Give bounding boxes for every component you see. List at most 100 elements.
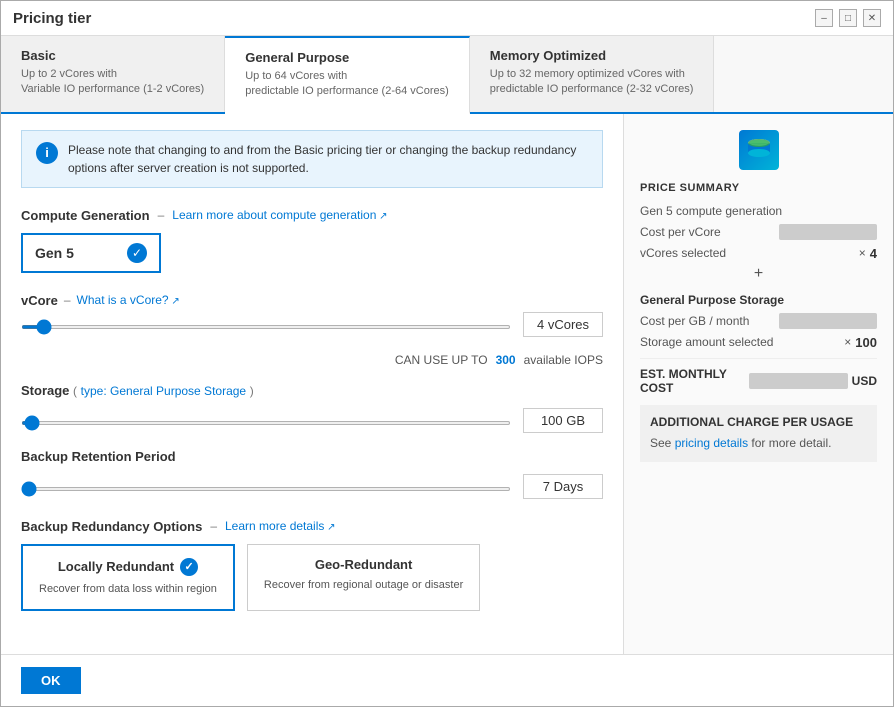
storage-label-text: Storage [21,383,69,398]
tab-memory-desc2: predictable IO performance (2-32 vCores) [490,82,694,97]
content-area: i Please note that changing to and from … [1,114,893,654]
tab-basic-desc2: Variable IO performance (1-2 vCores) [21,82,204,97]
redundancy-geo-title: Geo-Redundant [264,557,463,572]
left-panel: i Please note that changing to and from … [1,114,623,654]
tab-general-desc2: predictable IO performance (2-64 vCores) [245,84,449,99]
cost-per-gb-label: Cost per GB / month [640,314,749,328]
vcore-what-is-link[interactable]: What is a vCore? [77,293,180,307]
cost-per-gb-row: Cost per GB / month ████████ [640,313,877,329]
footer: OK [1,654,893,706]
storage-section-label: Storage ( type: General Purpose Storage … [21,383,603,398]
redundancy-geo-desc: Recover from regional outage or disaster [264,578,463,593]
additional-charge-title: ADDITIONAL CHARGE PER USAGE [650,415,867,429]
main-window: Pricing tier – □ ✕ Basic Up to 2 vCores … [0,0,894,707]
iops-unit: available IOPS [524,353,603,367]
vcore-value-box: 4 vCores [523,312,603,337]
est-monthly-label: EST. MONTHLY COST [640,367,749,395]
pricing-details-link[interactable]: pricing details [675,436,748,450]
additional-charge-box: ADDITIONAL CHARGE PER USAGE See pricing … [640,405,877,462]
vcores-selected-value: 4 [870,246,877,261]
tab-basic[interactable]: Basic Up to 2 vCores with Variable IO pe… [1,36,225,112]
minimize-button[interactable]: – [815,9,833,27]
price-summary-title: PRICE SUMMARY [640,182,877,194]
redundancy-locally-desc: Recover from data loss within region [39,582,217,597]
redundancy-section-label: Backup Redundancy Options – Learn more d… [21,519,603,534]
gen-compute-label: Gen 5 compute generation [640,204,782,218]
tab-memory-desc1: Up to 32 memory optimized vCores with [490,67,694,82]
backup-slider-container [21,479,511,494]
storage-type-link[interactable]: type: General Purpose Storage [81,384,246,398]
cost-per-vcore-value: ████████ [779,224,877,240]
window-controls: – □ ✕ [815,9,881,27]
storage-slider-row: 100 GB [21,408,603,433]
storage-slider-container [21,413,511,428]
tab-basic-label: Basic [21,48,204,63]
iops-value: 300 [496,353,516,367]
tab-memory-optimized[interactable]: Memory Optimized Up to 32 memory optimiz… [470,36,715,112]
additional-text-before: See [650,436,671,450]
redundancy-learn-link[interactable]: Learn more details [225,519,336,533]
gen-row: Gen 5 compute generation [640,204,877,218]
tab-general-purpose[interactable]: General Purpose Up to 64 vCores with pre… [225,36,470,114]
redundancy-section: Backup Redundancy Options – Learn more d… [21,519,603,611]
storage-amount-value: 100 [855,335,877,350]
compute-learn-link[interactable]: Learn more about compute generation [172,208,387,222]
titlebar: Pricing tier – □ ✕ [1,1,893,36]
restore-button[interactable]: □ [839,9,857,27]
vcore-slider-container [21,317,511,332]
compute-label-text: Compute Generation [21,208,150,223]
redundancy-locally-title: Locally Redundant ✓ [39,558,217,576]
compute-section-label: Compute Generation – Learn more about co… [21,208,603,223]
vcores-multiply-row: vCores selected × 4 [640,246,877,261]
vcore-section-label: vCore – What is a vCore? [21,293,603,308]
vcore-label-text: vCore [21,293,58,308]
backup-slider[interactable] [21,487,511,491]
storage-multiply-sign: × [844,335,851,349]
storage-amount-label: Storage amount selected [640,335,773,349]
tab-general-label: General Purpose [245,50,449,65]
backup-label-text: Backup Retention Period [21,449,176,464]
plus-sign: + [640,265,877,283]
db-icon-container [640,130,877,170]
additional-text-after: for more detail. [751,436,831,450]
info-banner-text: Please note that changing to and from th… [68,141,588,177]
backup-value-box: 7 Days [523,474,603,499]
vcore-slider-row: 4 vCores [21,312,603,337]
price-summary: PRICE SUMMARY Gen 5 compute generation C… [624,114,893,478]
iops-bar: CAN USE UP TO 300 available IOPS [21,353,603,367]
additional-charge-text: See pricing details for more detail. [650,435,867,452]
gen-selector[interactable]: Gen 5 ✓ [21,233,161,273]
ok-button[interactable]: OK [21,667,81,694]
info-icon: i [36,142,58,164]
price-divider [640,358,877,359]
vcores-multiply-sign: × [859,246,866,260]
cost-per-vcore-row: Cost per vCore ████████ [640,224,877,240]
gen-check-icon: ✓ [127,243,147,263]
close-button[interactable]: ✕ [863,9,881,27]
right-panel: PRICE SUMMARY Gen 5 compute generation C… [623,114,893,654]
backup-slider-row: 7 Days [21,474,603,499]
gen-label: Gen 5 [35,245,74,261]
redundancy-locally-card[interactable]: Locally Redundant ✓ Recover from data lo… [21,544,235,611]
storage-multiply-row: Storage amount selected × 100 [640,335,877,350]
db-icon [739,130,779,170]
vcore-slider[interactable] [21,325,511,329]
vcores-selected-label: vCores selected [640,246,726,260]
tab-memory-label: Memory Optimized [490,48,694,63]
iops-label: CAN USE UP TO [395,353,488,367]
backup-section-label: Backup Retention Period [21,449,603,464]
locally-check-icon: ✓ [180,558,198,576]
est-monthly-unit: USD [852,374,877,388]
redundancy-options: Locally Redundant ✓ Recover from data lo… [21,544,603,611]
tab-basic-desc1: Up to 2 vCores with [21,67,204,82]
window-title: Pricing tier [13,10,91,27]
cost-per-vcore-label: Cost per vCore [640,225,721,239]
est-monthly-value: ████████ [749,373,847,389]
storage-slider[interactable] [21,421,511,425]
redundancy-geo-card[interactable]: Geo-Redundant Recover from regional outa… [247,544,480,611]
est-monthly-row: EST. MONTHLY COST ████████ USD [640,367,877,395]
cost-per-gb-value: ████████ [779,313,877,329]
pricing-tabs: Basic Up to 2 vCores with Variable IO pe… [1,36,893,114]
storage-section-price-title: General Purpose Storage [640,293,877,307]
storage-value-box: 100 GB [523,408,603,433]
